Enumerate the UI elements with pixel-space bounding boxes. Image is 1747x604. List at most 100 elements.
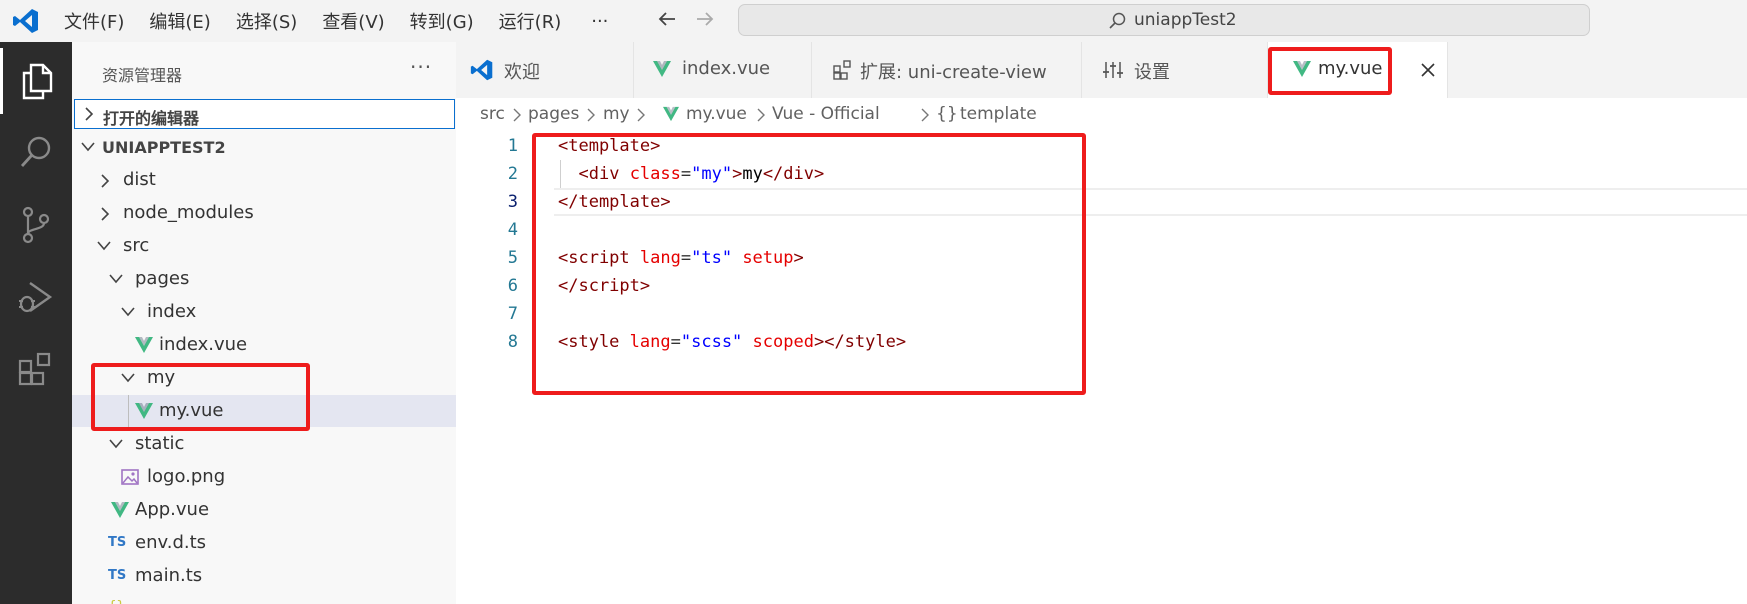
extensions-icon [833,60,851,80]
source-control-icon [22,206,50,244]
vue-file-icon [135,403,153,419]
command-center-search[interactable]: uniappTest2 [738,4,1590,36]
json-file-icon: {} [108,599,125,604]
editor-tab-bar: 欢迎 index.vue 扩展: uni-create-view 设置 my.v… [456,42,1747,98]
tree-file-main-ts[interactable]: TS main.ts [72,560,456,592]
explorer-icon [22,63,52,100]
tree-item-label: my.vue [159,400,224,421]
breadcrumb-my-vue[interactable]: my.vue [686,104,747,124]
tab-my-vue[interactable]: my.vue [1268,42,1448,98]
menu-run[interactable]: 运行(R) [499,8,562,34]
code-line[interactable]: 8 <style lang="scss" scoped></style> [456,328,1747,356]
chevron-down-icon [109,439,123,449]
chevron-down-icon [109,274,123,284]
tree-folder-index[interactable]: index [72,296,456,328]
vscode-logo-icon [13,9,38,33]
tab-extension-uni-create-view[interactable]: 扩展: uni-create-view [812,42,1082,98]
open-editors-section[interactable]: 打开的编辑器 [74,99,455,129]
search-icon [1109,12,1126,29]
vue-file-icon [663,106,679,122]
code-line[interactable]: 6 </script> [456,272,1747,300]
tab-label: index.vue [682,58,771,79]
code-text: <script lang="ts" setup> [558,248,804,268]
svg-text:{}: {} [108,599,125,604]
explorer-sidebar: 资源管理器 ··· 打开的编辑器 UNIAPPTEST2 dist node_m… [72,42,456,604]
menu-more[interactable]: ··· [591,11,608,32]
tree-file-app-vue[interactable]: App.vue [72,494,456,526]
tab-welcome[interactable]: 欢迎 [456,42,634,98]
tree-folder-node-modules[interactable]: node_modules [72,197,456,229]
sidebar-title: 资源管理器 [102,66,183,85]
code-line[interactable]: 5 <script lang="ts" setup> [456,244,1747,272]
activity-run-debug[interactable] [0,264,72,330]
activity-search[interactable] [0,120,72,186]
vue-file-icon [653,61,671,77]
tree-file-my-vue[interactable]: my.vue [72,395,456,427]
activity-explorer[interactable] [0,48,72,114]
code-editor[interactable]: 1 <template> 2 <div class="my">my</div> … [456,132,1747,604]
menu-selection[interactable]: 选择(S) [236,8,297,34]
arrow-left-icon[interactable] [656,8,678,30]
tab-label: my.vue [1318,58,1383,79]
breadcrumb-src[interactable]: src [480,104,505,124]
tree-item-label: index [147,301,197,322]
chevron-right-icon [921,108,929,122]
chevron-right-icon [637,108,645,122]
open-editors-label: 打开的编辑器 [103,109,200,128]
close-icon[interactable] [1420,62,1436,78]
tree-item-label: src [123,235,150,256]
menu-go[interactable]: 转到(G) [410,8,474,34]
sidebar-header: 资源管理器 ··· [72,42,456,98]
menu-file[interactable]: 文件(F) [64,8,124,34]
code-text: <div class="my">my</div> [578,164,825,184]
tree-item-label: dist [123,169,156,190]
code-text: <template> [558,136,661,156]
vue-file-icon [1293,61,1311,77]
activity-extensions[interactable] [0,336,72,402]
code-line[interactable]: 7 [456,300,1747,328]
tree-item-label: my [147,367,176,388]
tree-item-label: logo.png [147,466,226,487]
code-line[interactable]: 1 <template> [456,132,1747,160]
tree-item-label: env.d.ts [135,532,207,553]
tab-label: 欢迎 [504,62,540,83]
sidebar-more-button[interactable]: ··· [410,55,432,79]
run-debug-icon [19,282,53,313]
tree-item-label: main.ts [135,565,203,586]
tree-file-env-d-ts[interactable]: TS env.d.ts [72,527,456,559]
menu-edit[interactable]: 编辑(E) [149,8,210,34]
menu-bar: 文件(F) 编辑(E) 选择(S) 查看(V) 转到(G) 运行(R) ··· [64,0,608,42]
tree-item-label: App.vue [135,499,210,520]
tree-file-index-vue[interactable]: index.vue [72,329,456,361]
tab-index-vue[interactable]: index.vue [634,42,812,98]
tree-item-label: pages [135,268,190,289]
code-line[interactable]: 4 [456,216,1747,244]
vue-file-icon [135,337,153,353]
breadcrumb-template[interactable]: template [960,104,1037,124]
tree-file-logo-png[interactable]: logo.png [72,461,456,493]
chevron-right-icon [101,207,110,221]
arrow-right-icon[interactable] [694,8,716,30]
breadcrumb-pages[interactable]: pages [528,104,579,124]
code-line[interactable]: 3 </template> [456,188,1747,216]
tree-folder-dist[interactable]: dist [72,164,456,196]
project-root[interactable]: UNIAPPTEST2 [72,131,456,163]
project-name: UNIAPPTEST2 [102,138,226,157]
tab-settings[interactable]: 设置 [1082,42,1268,98]
menu-view[interactable]: 查看(V) [322,8,384,34]
line-number: 8 [507,332,518,352]
chevron-down-icon [97,241,111,251]
search-icon [20,136,51,167]
breadcrumb-my[interactable]: my [603,104,630,124]
breadcrumb-language[interactable]: Vue - Official [772,104,880,124]
tab-label: 扩展: uni-create-view [860,62,1047,83]
code-line[interactable]: 2 <div class="my">my</div> [456,160,1747,188]
tab-label: 设置 [1134,62,1170,83]
tree-folder-src[interactable]: src [72,230,456,262]
activity-source-control[interactable] [0,192,72,258]
line-number: 7 [507,304,518,324]
tree-folder-pages[interactable]: pages [72,263,456,295]
tree-file-partial[interactable]: {} [72,593,456,604]
tree-folder-static[interactable]: static [72,428,456,460]
tree-folder-my[interactable]: my [72,362,456,394]
